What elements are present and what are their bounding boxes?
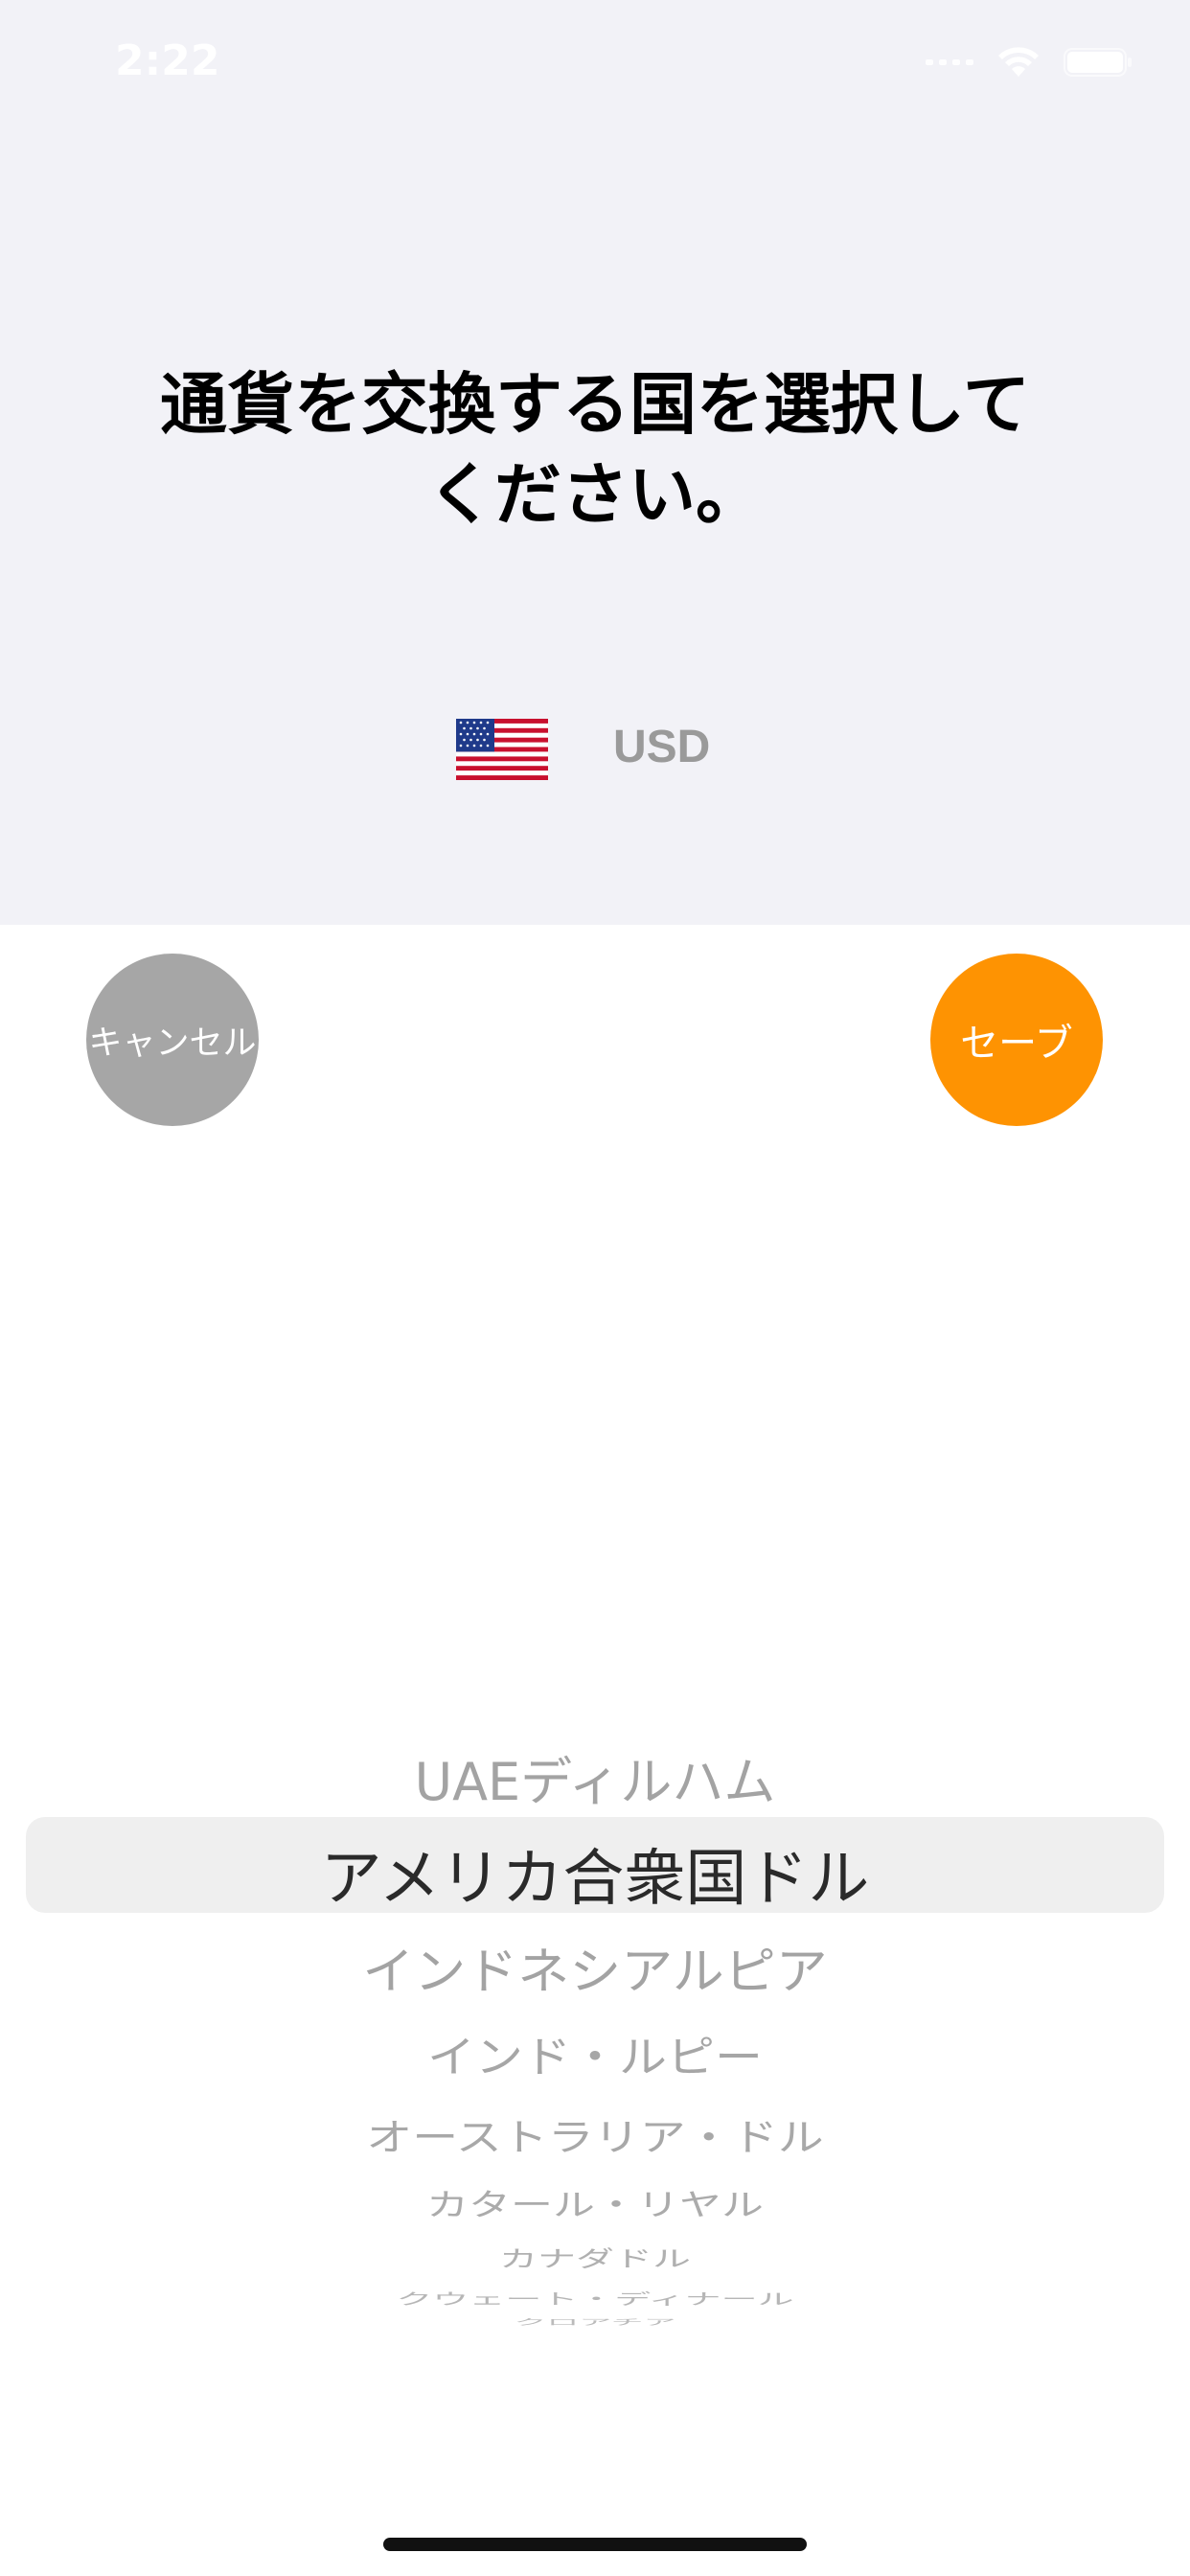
home-indicator[interactable] — [383, 2538, 807, 2551]
cellular-signal-icon — [926, 59, 973, 65]
battery-icon — [1064, 47, 1133, 78]
cancel-button[interactable]: キャンセル — [86, 954, 259, 1126]
picker-item[interactable]: クウェート・ディナール — [0, 2287, 1190, 2309]
picker-item[interactable]: UAEディルハム — [0, 1739, 1190, 1815]
wifi-icon — [996, 46, 1041, 79]
page-title-line-2: ください。 — [427, 455, 763, 534]
picker-item[interactable]: カタール・リヤル — [0, 2180, 1190, 2224]
picker-item[interactable]: クロアチア — [0, 2315, 1190, 2327]
picker-item[interactable]: インドネシアルピア — [0, 1931, 1190, 2004]
page-title-line-1: 通貨を交換する国を選択して — [160, 365, 1030, 444]
picker-item[interactable]: オーストラリア・ドル — [0, 2106, 1190, 2161]
us-flag-icon — [456, 719, 548, 780]
page-title: 通貨を交換する国を選択して ください。 — [96, 359, 1094, 540]
picker-item[interactable]: インド・ルピー — [0, 2023, 1190, 2085]
status-time: 2:22 — [115, 36, 220, 85]
currency-code: USD — [613, 722, 711, 772]
picker-item-selected[interactable]: アメリカ合衆国ドル — [0, 1829, 1190, 1918]
currency-header-panel: 2:22 通貨を交換する国を選択して ください。 USD — [0, 0, 1190, 925]
status-icons — [926, 46, 1133, 79]
picker-item[interactable]: カナダドル — [0, 2241, 1190, 2273]
save-button[interactable]: セーブ — [930, 954, 1103, 1126]
